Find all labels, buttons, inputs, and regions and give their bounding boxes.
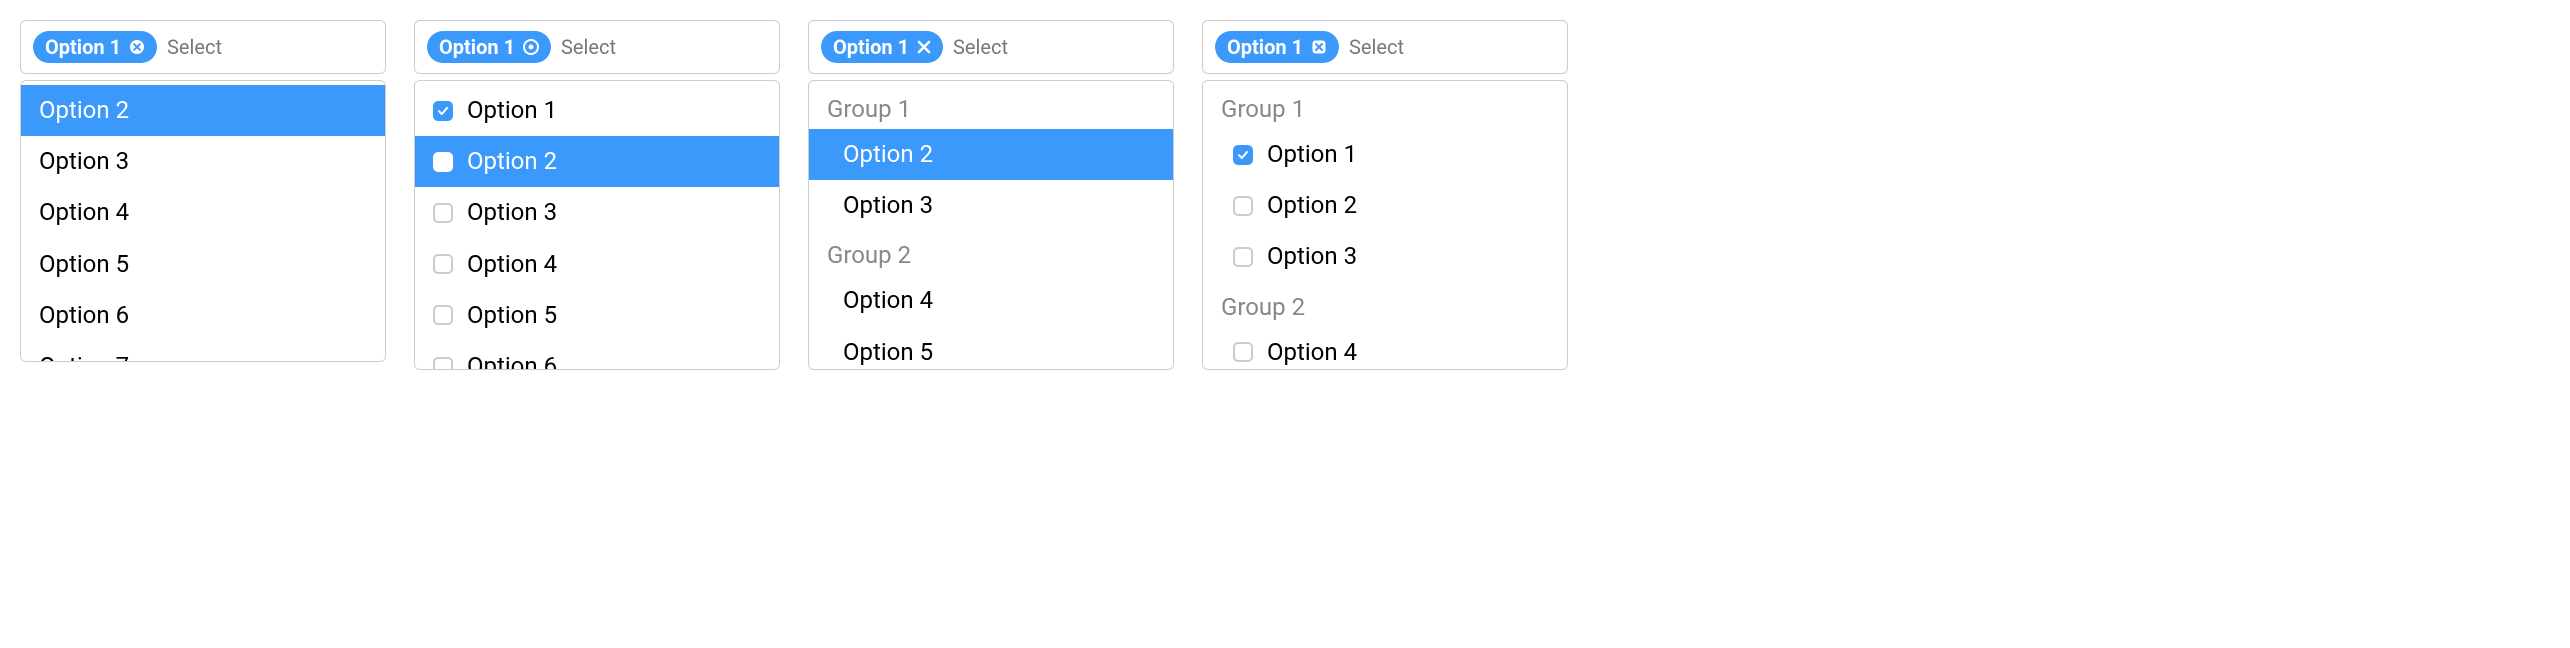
option-item[interactable]: Option 7 xyxy=(21,341,385,362)
checkbox-icon xyxy=(1233,145,1253,165)
selected-tag[interactable]: Option 1 xyxy=(427,31,551,63)
multiselect-grouped: Option 1 Select Group 1 Option 2 Option … xyxy=(808,20,1174,370)
select-input[interactable]: Option 1 Select xyxy=(808,20,1174,74)
option-item[interactable]: Option 3 xyxy=(21,136,385,187)
multiselect-checkbox: Option 1 Select Option 1 Option 2 Option… xyxy=(414,20,780,370)
selected-tag[interactable]: Option 1 xyxy=(1215,31,1339,63)
option-item[interactable]: Option 4 xyxy=(415,239,779,290)
dropdown-list[interactable]: Group 1 Option 1 Option 2 Option 3 Group… xyxy=(1202,80,1568,370)
tag-label: Option 1 xyxy=(1227,35,1303,59)
option-item[interactable]: Option 5 xyxy=(415,290,779,341)
selected-tag[interactable]: Option 1 xyxy=(33,31,157,63)
checkbox-icon xyxy=(1233,342,1253,362)
option-item[interactable]: Option 2 xyxy=(415,136,779,187)
checkbox-icon xyxy=(1233,196,1253,216)
checkbox-icon xyxy=(1233,247,1253,267)
selected-tag[interactable]: Option 1 xyxy=(821,31,943,63)
option-item[interactable]: Option 3 xyxy=(415,187,779,238)
checkbox-icon xyxy=(433,152,453,172)
tag-label: Option 1 xyxy=(833,35,909,59)
group-label: Group 2 xyxy=(1203,283,1567,327)
remove-tag-icon[interactable] xyxy=(523,39,539,55)
checkbox-icon xyxy=(433,203,453,223)
checkbox-icon xyxy=(433,254,453,274)
option-item[interactable]: Option 4 xyxy=(21,187,385,238)
option-item[interactable]: Option 6 xyxy=(415,341,779,370)
dropdown-list[interactable]: Group 1 Option 2 Option 3 Group 2 Option… xyxy=(808,80,1174,370)
option-item[interactable]: Option 5 xyxy=(21,239,385,290)
placeholder-text: Select xyxy=(561,35,616,59)
checkbox-icon xyxy=(433,357,453,370)
option-item[interactable]: Option 2 xyxy=(809,129,1173,180)
multiselect-simple: Option 1 Select Option 2 Option 3 Option… xyxy=(20,20,386,362)
option-item[interactable]: Option 6 xyxy=(21,290,385,341)
placeholder-text: Select xyxy=(953,35,1008,59)
remove-tag-icon[interactable] xyxy=(129,39,145,55)
placeholder-text: Select xyxy=(1349,35,1404,59)
select-input[interactable]: Option 1 Select xyxy=(20,20,386,74)
checkbox-icon xyxy=(433,305,453,325)
group-label: Group 2 xyxy=(809,231,1173,275)
remove-tag-icon[interactable] xyxy=(917,40,931,54)
option-item[interactable]: Option 1 xyxy=(415,85,779,136)
checkbox-icon xyxy=(433,101,453,121)
select-input[interactable]: Option 1 Select xyxy=(414,20,780,74)
option-item[interactable]: Option 5 xyxy=(809,327,1173,370)
placeholder-text: Select xyxy=(167,35,222,59)
option-item[interactable]: Option 1 xyxy=(1203,129,1567,180)
group-label: Group 1 xyxy=(1203,85,1567,129)
option-item[interactable]: Option 4 xyxy=(1203,327,1567,370)
tag-label: Option 1 xyxy=(45,35,121,59)
option-item[interactable]: Option 2 xyxy=(1203,180,1567,231)
tag-label: Option 1 xyxy=(439,35,515,59)
remove-tag-icon[interactable] xyxy=(1311,39,1327,55)
multiselect-grouped-checkbox: Option 1 Select Group 1 Option 1 Option … xyxy=(1202,20,1568,370)
option-item[interactable]: Option 2 xyxy=(21,85,385,136)
option-item[interactable]: Option 3 xyxy=(809,180,1173,231)
select-input[interactable]: Option 1 Select xyxy=(1202,20,1568,74)
option-item[interactable]: Option 3 xyxy=(1203,231,1567,282)
dropdown-list[interactable]: Option 1 Option 2 Option 3 Option 4 Opti… xyxy=(414,80,780,370)
dropdown-list[interactable]: Option 2 Option 3 Option 4 Option 5 Opti… xyxy=(20,80,386,362)
group-label: Group 1 xyxy=(809,85,1173,129)
option-item[interactable]: Option 4 xyxy=(809,275,1173,326)
